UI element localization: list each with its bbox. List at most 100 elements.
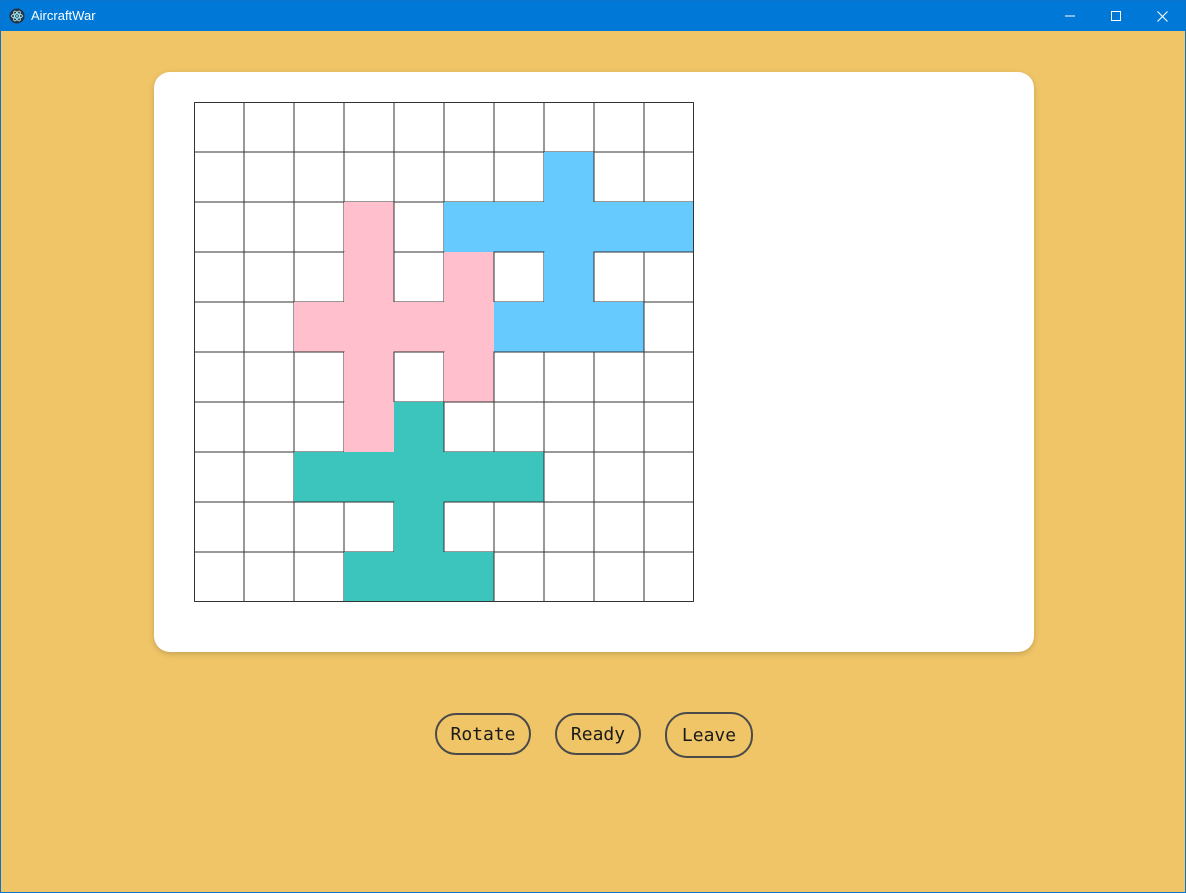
grid-cell[interactable] [643,102,694,153]
plane-cell-pink[interactable] [344,302,394,352]
plane-cell-teal[interactable] [394,502,444,552]
grid-cell[interactable] [543,451,595,503]
grid-cell[interactable] [393,201,445,253]
grid-cell[interactable] [243,151,295,203]
grid-cell[interactable] [243,201,295,253]
grid-cell[interactable] [493,251,545,303]
grid-cell[interactable] [194,201,245,253]
grid-cell[interactable] [543,551,595,602]
grid-cell[interactable] [593,151,645,203]
grid-cell[interactable] [443,151,495,203]
grid-cell[interactable] [543,501,595,553]
plane-cell-teal[interactable] [444,452,494,502]
grid-cell[interactable] [443,501,495,553]
grid-cell[interactable] [393,102,445,153]
grid-cell[interactable] [643,301,694,353]
grid-cell[interactable] [243,351,295,403]
grid-cell[interactable] [293,401,345,453]
plane-cell-pink[interactable] [344,202,394,252]
plane-cell-teal[interactable] [294,452,344,502]
grid-cell[interactable] [293,501,345,553]
ready-button[interactable]: Ready [555,713,641,755]
grid-cell[interactable] [243,102,295,153]
title-bar[interactable]: AircraftWar [1,1,1185,31]
grid-cell[interactable] [593,351,645,403]
grid-cell[interactable] [293,251,345,303]
grid-cell[interactable] [643,251,694,303]
plane-cell-pink[interactable] [444,302,494,352]
grid-cell[interactable] [643,551,694,602]
grid-cell[interactable] [643,501,694,553]
plane-cell-blue[interactable] [594,202,644,252]
plane-cell-pink[interactable] [444,252,494,302]
plane-cell-blue[interactable] [544,252,594,302]
grid-cell[interactable] [243,451,295,503]
grid-cell[interactable] [194,401,245,453]
grid-cell[interactable] [493,151,545,203]
grid-cell[interactable] [243,501,295,553]
grid-cell[interactable] [243,251,295,303]
grid-cell[interactable] [493,401,545,453]
grid-cell[interactable] [493,102,545,153]
grid-cell[interactable] [194,551,245,602]
grid-cell[interactable] [293,351,345,403]
plane-cell-blue[interactable] [544,302,594,352]
grid-cell[interactable] [243,551,295,602]
grid-cell[interactable] [643,351,694,403]
plane-cell-pink[interactable] [394,302,444,352]
plane-cell-blue[interactable] [644,202,694,252]
grid-cell[interactable] [343,501,395,553]
grid-cell[interactable] [194,251,245,303]
grid-cell[interactable] [443,102,495,153]
grid-cell[interactable] [543,102,595,153]
game-board[interactable] [194,102,694,602]
grid-cell[interactable] [293,201,345,253]
grid-cell[interactable] [194,501,245,553]
grid-cell[interactable] [343,151,395,203]
grid-cell[interactable] [593,551,645,602]
grid-cell[interactable] [593,501,645,553]
grid-cell[interactable] [493,351,545,403]
grid-cell[interactable] [493,551,545,602]
grid-cell[interactable] [493,501,545,553]
plane-cell-teal[interactable] [344,452,394,502]
maximize-button[interactable] [1093,1,1139,31]
plane-cell-blue[interactable] [544,202,594,252]
rotate-button[interactable]: Rotate [435,713,531,755]
plane-cell-teal[interactable] [494,452,544,502]
grid-cell[interactable] [593,451,645,503]
grid-cell[interactable] [393,151,445,203]
plane-cell-blue[interactable] [544,152,594,202]
grid-cell[interactable] [243,301,295,353]
grid-cell[interactable] [293,151,345,203]
grid-cell[interactable] [643,451,694,503]
grid-cell[interactable] [593,102,645,153]
plane-cell-pink[interactable] [444,352,494,402]
grid-cell[interactable] [194,102,245,153]
grid-cell[interactable] [343,102,395,153]
grid-cell[interactable] [443,401,495,453]
grid-cell[interactable] [643,151,694,203]
grid-cell[interactable] [194,301,245,353]
close-button[interactable] [1139,1,1185,31]
grid-cell[interactable] [643,401,694,453]
grid-cell[interactable] [543,401,595,453]
plane-cell-blue[interactable] [494,302,544,352]
plane-cell-teal[interactable] [394,402,444,452]
plane-cell-pink[interactable] [344,352,394,402]
plane-cell-teal[interactable] [394,452,444,502]
minimize-button[interactable] [1047,1,1093,31]
plane-cell-pink[interactable] [344,402,394,452]
grid-cell[interactable] [393,251,445,303]
grid-cell[interactable] [243,401,295,453]
grid-cell[interactable] [593,401,645,453]
plane-cell-teal[interactable] [344,552,394,602]
plane-cell-blue[interactable] [594,302,644,352]
plane-cell-pink[interactable] [344,252,394,302]
grid-cell[interactable] [194,451,245,503]
plane-cell-pink[interactable] [294,302,344,352]
grid-cell[interactable] [543,351,595,403]
grid-cell[interactable] [194,151,245,203]
plane-cell-teal[interactable] [394,552,444,602]
plane-cell-blue[interactable] [494,202,544,252]
